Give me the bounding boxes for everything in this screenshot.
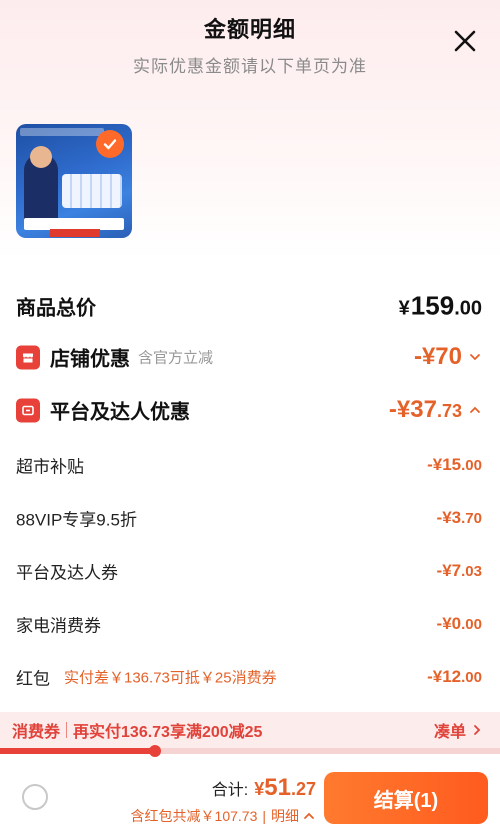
promo-progress-fill bbox=[0, 748, 155, 754]
platform-coupon-label: 平台及达人券 bbox=[16, 563, 118, 583]
red-packet-label: 红包 bbox=[16, 669, 50, 689]
red-packet-prefix: -¥ bbox=[427, 667, 443, 686]
footer-total-int: 51 bbox=[264, 774, 291, 801]
platform-coupon-prefix: -¥ bbox=[436, 561, 452, 580]
select-all-radio[interactable] bbox=[22, 784, 48, 810]
appliance-coupon-label: 家电消费券 bbox=[16, 616, 101, 636]
total-price-int: 159 bbox=[410, 290, 455, 321]
total-price-label: 商品总价 bbox=[16, 297, 96, 320]
promo-progress-knob bbox=[149, 745, 161, 757]
appliance-coupon-dec: .00 bbox=[461, 616, 482, 633]
total-price-currency: ¥ bbox=[398, 297, 410, 320]
store-discount-label: 店铺优惠 bbox=[50, 348, 130, 371]
subsidy-int: 15 bbox=[442, 455, 462, 474]
detail-link: 明细 bbox=[271, 808, 299, 824]
total-price-amount: ¥ 159 .00 bbox=[399, 291, 482, 322]
list-item: 家电消费券 -¥ 0 .00 bbox=[0, 604, 500, 644]
platform-discount-label: 平台及达人优惠 bbox=[50, 401, 190, 424]
subsidy-prefix: -¥ bbox=[427, 455, 443, 474]
sheet-header: 金额明细 实际优惠金额请以下单页为准 bbox=[0, 12, 500, 77]
subsidy-label: 超市补贴 bbox=[16, 457, 84, 477]
store-discount-amount: -¥ 70 bbox=[414, 343, 482, 371]
checkout-button[interactable]: 结算(1) bbox=[324, 772, 488, 824]
store-discount-prefix: -¥ bbox=[413, 343, 436, 370]
promo-divider bbox=[66, 722, 68, 738]
promo-text: 再实付136.73享满200减25 bbox=[73, 724, 263, 741]
detail-separator: | bbox=[262, 808, 266, 824]
vip-discount-int: 3 bbox=[451, 508, 462, 527]
close-button[interactable] bbox=[452, 28, 478, 54]
sheet-subtitle: 实际优惠金额请以下单页为准 bbox=[133, 57, 367, 76]
red-packet-note: 实付差￥136.73可抵￥25消费券 bbox=[64, 669, 277, 687]
checkout-footer: 合计: ¥ 51 .27 含红包共减￥107.73 | 明细 结算(1) bbox=[0, 760, 500, 835]
product-cans bbox=[62, 174, 122, 208]
promo-tag: 消费券 bbox=[12, 724, 61, 741]
sheet-title: 金额明细 bbox=[203, 17, 296, 42]
vip-discount-label: 88VIP专享9.5折 bbox=[16, 510, 137, 530]
amount-detail-sheet: 金额明细 实际优惠金额请以下单页为准 商品总价 ¥ 159 .00 店铺优惠 含… bbox=[0, 0, 500, 835]
platform-coupon-int: 7 bbox=[451, 561, 462, 580]
footer-total-label: 合计: bbox=[211, 782, 249, 799]
selected-check-badge[interactable] bbox=[96, 130, 124, 158]
product-thumbnail[interactable] bbox=[16, 124, 132, 238]
total-price-dec: .00 bbox=[454, 297, 482, 320]
vip-discount-dec: .70 bbox=[461, 510, 482, 527]
footer-total-dec: .27 bbox=[290, 779, 316, 799]
store-icon bbox=[16, 345, 40, 369]
coupon-icon bbox=[16, 398, 40, 422]
promo-progress-track bbox=[0, 745, 500, 757]
platform-discount-row[interactable]: 平台及达人优惠 -¥ 37 .73 bbox=[0, 390, 500, 430]
detail-text: 含红包共减￥107.73 bbox=[130, 808, 258, 824]
product-discount-tag bbox=[50, 229, 100, 237]
total-line: 合计: ¥ 51 .27 bbox=[212, 774, 316, 802]
chevron-right-icon bbox=[474, 725, 481, 735]
detail-toggle[interactable]: 含红包共减￥107.73 | 明细 bbox=[131, 806, 316, 826]
product-model-head bbox=[30, 146, 52, 168]
add-items-label: 凑单 bbox=[433, 724, 466, 741]
platform-coupon-dec: .03 bbox=[461, 563, 482, 580]
chevron-up-icon bbox=[304, 812, 314, 819]
platform-discount-prefix: -¥ bbox=[388, 396, 411, 423]
total-price-row: 商品总价 ¥ 159 .00 bbox=[0, 286, 500, 326]
platform-discount-dec: .73 bbox=[436, 401, 462, 421]
subsidy-dec: .00 bbox=[461, 457, 482, 474]
add-items-link[interactable]: 凑单 bbox=[434, 718, 484, 742]
store-discount-int: 70 bbox=[435, 343, 462, 370]
chevron-up-icon bbox=[470, 406, 480, 413]
appliance-coupon-int: 0 bbox=[451, 614, 462, 633]
red-packet-dec: .00 bbox=[461, 669, 482, 686]
list-item: 平台及达人券 -¥ 7 .03 bbox=[0, 551, 500, 591]
appliance-coupon-prefix: -¥ bbox=[436, 614, 452, 633]
list-item: 红包 实付差￥136.73可抵￥25消费券 -¥ 12 .00 bbox=[0, 657, 500, 697]
store-discount-note: 含官方立减 bbox=[138, 349, 214, 367]
close-icon bbox=[454, 30, 476, 52]
promo-bar: 消费券 再实付136.73享满200减25 凑单 bbox=[0, 712, 500, 748]
footer-total-currency: ¥ bbox=[254, 779, 265, 799]
check-icon bbox=[103, 139, 117, 150]
list-item: 超市补贴 -¥ 15 .00 bbox=[0, 445, 500, 485]
platform-discount-int: 37 bbox=[410, 396, 437, 423]
vip-discount-prefix: -¥ bbox=[436, 508, 452, 527]
chevron-down-icon bbox=[470, 354, 480, 361]
product-banner-strip bbox=[20, 128, 104, 136]
red-packet-int: 12 bbox=[442, 667, 462, 686]
store-discount-row[interactable]: 店铺优惠 含官方立减 -¥ 70 bbox=[0, 337, 500, 377]
list-item: 88VIP专享9.5折 -¥ 3 .70 bbox=[0, 498, 500, 538]
platform-discount-amount: -¥ 37 .73 bbox=[389, 396, 482, 424]
